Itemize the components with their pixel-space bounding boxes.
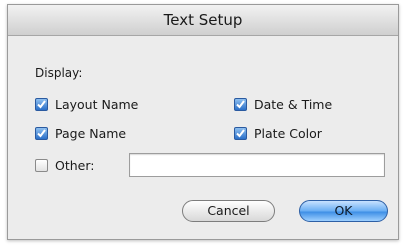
other-text-field[interactable] — [129, 153, 385, 177]
cancel-button[interactable]: Cancel — [182, 200, 275, 222]
layout-name-label: Layout Name — [55, 97, 139, 112]
layout-name-checkbox[interactable]: Layout Name — [35, 97, 138, 112]
page-name-checkbox[interactable]: Page Name — [35, 126, 126, 141]
checkmark-icon — [234, 127, 247, 140]
dialog-title: Text Setup — [8, 5, 398, 36]
ok-button[interactable]: OK — [299, 200, 388, 222]
display-label: Display: — [35, 66, 83, 80]
other-checkbox[interactable]: Other: — [35, 158, 94, 173]
checkmark-icon — [234, 98, 247, 111]
plate-color-label: Plate Color — [254, 126, 322, 141]
plate-color-checkbox[interactable]: Plate Color — [234, 126, 322, 141]
other-label: Other: — [55, 158, 95, 173]
checkmark-icon — [35, 127, 48, 140]
date-time-checkbox[interactable]: Date & Time — [234, 97, 332, 112]
date-time-label: Date & Time — [254, 97, 333, 112]
text-setup-dialog: Text Setup Display: Layout Name Date & T… — [7, 4, 399, 240]
page-name-label: Page Name — [55, 126, 127, 141]
checkbox-empty-icon — [35, 159, 48, 172]
checkmark-icon — [35, 98, 48, 111]
